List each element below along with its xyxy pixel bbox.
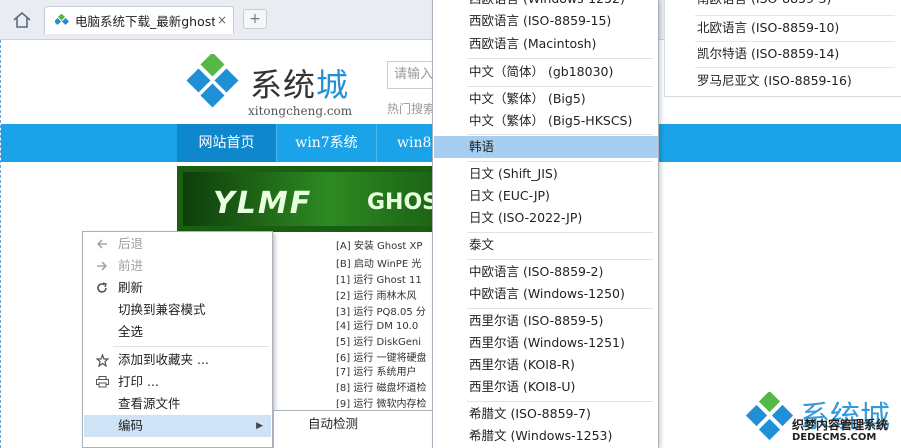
context-menu-label: 切换到兼容模式 — [118, 302, 206, 317]
encoding-item[interactable]: 中欧语言 (ISO-8859-2) — [434, 261, 658, 283]
nav-item-win7[interactable]: win7系统 — [277, 124, 377, 162]
encoding-item[interactable]: 中文（繁体） (Big5-HKSCS) — [434, 110, 658, 132]
banner-title-left: YLMF — [213, 186, 313, 221]
arrow-right-icon — [94, 255, 110, 277]
nav-item-home[interactable]: 网站首页 — [177, 124, 277, 162]
context-menu-item-refresh[interactable]: 刷新 — [84, 277, 271, 299]
encoding-item[interactable]: 中文（简体） (gb18030) — [434, 61, 658, 83]
boot-menu-line: [4] 运行 DM 10.0 — [336, 321, 419, 332]
encoding-item[interactable]: 希腊文 (Windows-1253) — [434, 425, 658, 447]
boot-menu-line: [B] 启动 WinPE 光 — [336, 259, 422, 270]
context-menu-item-encoding[interactable]: 编码 ▶ — [84, 415, 271, 437]
encoding-item[interactable]: 凯尔特语 (ISO-8859-14) — [666, 43, 900, 65]
encoding-separator — [467, 232, 653, 233]
context-menu-label: 查看源文件 — [118, 396, 181, 411]
encoding-separator — [467, 86, 653, 87]
context-menu: 后退 前进 刷新 切换到兼容模式 全选 添加到收藏夹 ... 打印 ... 查看… — [82, 231, 273, 448]
context-menu-label: 刷新 — [118, 280, 144, 295]
logo-text: 系统城 — [250, 66, 350, 104]
encoding-item[interactable]: 西里尔语 (Windows-1251) — [434, 332, 658, 354]
boot-menu-line: [8] 运行 磁盘坏道检 — [336, 383, 427, 394]
encoding-separator — [467, 401, 653, 402]
menu-item-auto-detect[interactable]: 自动检测 — [274, 413, 432, 435]
encoding-separator — [695, 15, 895, 16]
context-menu-item-compat-mode[interactable]: 切换到兼容模式 — [84, 299, 271, 321]
context-menu-item-view-source[interactable]: 查看源文件 — [84, 393, 271, 415]
tab-title: 电脑系统下载_最新ghost — [75, 14, 215, 29]
boot-menu-line: [5] 运行 DiskGeni — [336, 337, 422, 348]
encoding-separator — [467, 308, 653, 309]
encoding-item[interactable]: 日文 (ISO-2022-JP) — [434, 207, 658, 229]
browser-tab[interactable]: 电脑系统下载_最新ghost × — [44, 6, 234, 34]
site-logo[interactable]: 系统城 xitongcheng.com — [184, 52, 354, 118]
context-menu-item-print[interactable]: 打印 ... — [84, 371, 271, 393]
logo-domain: xitongcheng.com — [248, 104, 353, 118]
encoding-item[interactable]: 中欧语言 (Windows-1250) — [434, 283, 658, 305]
context-menu-label: 全选 — [118, 324, 144, 339]
new-tab-button[interactable]: + — [243, 9, 267, 29]
context-menu-separator — [113, 346, 269, 347]
encoding-separator — [467, 161, 653, 162]
boot-menu-line: [6] 运行 一键将硬盘 — [336, 353, 427, 364]
context-menu-label: 打印 ... — [118, 374, 159, 389]
home-icon — [13, 12, 31, 28]
encoding-item[interactable]: 西欧语言 (Windows-1252) — [434, 0, 658, 10]
logo-mark-icon — [186, 54, 239, 108]
hot-search-label: 热门搜索 — [387, 102, 436, 116]
printer-icon — [94, 371, 110, 393]
encoding-item[interactable]: 西里尔语 (KOI8-U) — [434, 376, 658, 398]
encoding-item[interactable]: 日文 (Shift_JIS) — [434, 163, 658, 185]
encoding-item[interactable]: 西里尔语 (ISO-8859-5) — [434, 310, 658, 332]
encoding-item[interactable]: 泰文 — [434, 234, 658, 256]
encoding-item[interactable]: 罗马尼亚文 (ISO-8859-16) — [666, 70, 900, 92]
context-menu-label: 后退 — [118, 236, 144, 251]
encoding-separator — [467, 58, 653, 59]
encoding-separator — [467, 259, 653, 260]
context-menu-label: 编码 — [118, 418, 144, 433]
encoding-submenu-column-2: 南欧语言 (ISO-8859-3) 北欧语言 (ISO-8859-10) 凯尔特… — [664, 0, 901, 97]
context-menu-label: 前进 — [118, 258, 144, 273]
arrow-left-icon — [94, 233, 110, 255]
context-menu-item-select-all[interactable]: 全选 — [84, 321, 271, 343]
boot-menu-line: [2] 运行 雨林木风 — [336, 291, 417, 302]
watermark-text-cn: 织梦内容管理系统 — [792, 418, 889, 432]
screen: 电脑系统下载_最新ghost × + 系统城 xitongcheng.com 请… — [0, 0, 901, 448]
ylmf-banner[interactable]: YLMF GHOS — [177, 166, 447, 232]
watermark-text-en: DEDECMS.COM — [792, 432, 877, 443]
encoding-separator — [467, 134, 653, 135]
encoding-item[interactable]: 日文 (EUC-JP) — [434, 185, 658, 207]
encoding-separator — [695, 67, 895, 68]
submenu-arrow-icon: ▶ — [256, 421, 263, 431]
boot-menu-line: [1] 运行 Ghost 11 — [336, 275, 422, 286]
banner-background: YLMF GHOS — [183, 172, 447, 226]
encoding-submenu: 西欧语言 (Windows-1252) 西欧语言 (ISO-8859-15) 西… — [432, 0, 659, 448]
context-menu-item-add-favorite[interactable]: 添加到收藏夹 ... — [84, 349, 271, 371]
watermark-logo-icon — [745, 392, 794, 441]
site-favicon — [55, 13, 69, 25]
encoding-item[interactable]: 西欧语言 (ISO-8859-15) — [434, 10, 658, 32]
encoding-item[interactable]: 南欧语言 (ISO-8859-3) — [666, 0, 900, 10]
encoding-item[interactable]: 西欧语言 (Macintosh) — [434, 33, 658, 55]
context-menu-item-back[interactable]: 后退 — [84, 233, 271, 255]
star-icon — [94, 349, 110, 371]
encoding-item[interactable]: 希腊文 (ISO-8859-7) — [434, 403, 658, 425]
boot-menu-line: [A] 安装 Ghost XP — [336, 241, 423, 252]
home-button[interactable] — [10, 8, 34, 32]
context-menu-label: 添加到收藏夹 ... — [118, 352, 209, 367]
encoding-mode-submenu: 自动检测 — [273, 410, 433, 448]
banner-title-right: GHOS — [367, 190, 439, 215]
encoding-item-korean[interactable]: 韩语 — [434, 136, 658, 158]
watermark: 系统城 织梦内容管理系统 DEDECMS.COM — [744, 388, 901, 448]
encoding-item[interactable]: 中文（繁体） (Big5) — [434, 88, 658, 110]
tab-close-icon[interactable]: × — [217, 13, 227, 27]
encoding-item[interactable]: 北欧语言 (ISO-8859-10) — [666, 17, 900, 39]
context-menu-item-forward[interactable]: 前进 — [84, 255, 271, 277]
encoding-item[interactable]: 西里尔语 (KOI8-R) — [434, 354, 658, 376]
boot-menu-line: [3] 运行 PQ8.05 分 — [336, 307, 426, 318]
boot-menu-line: [7] 运行 系统用户 — [336, 367, 417, 378]
refresh-icon — [94, 277, 110, 299]
encoding-separator — [695, 41, 895, 42]
